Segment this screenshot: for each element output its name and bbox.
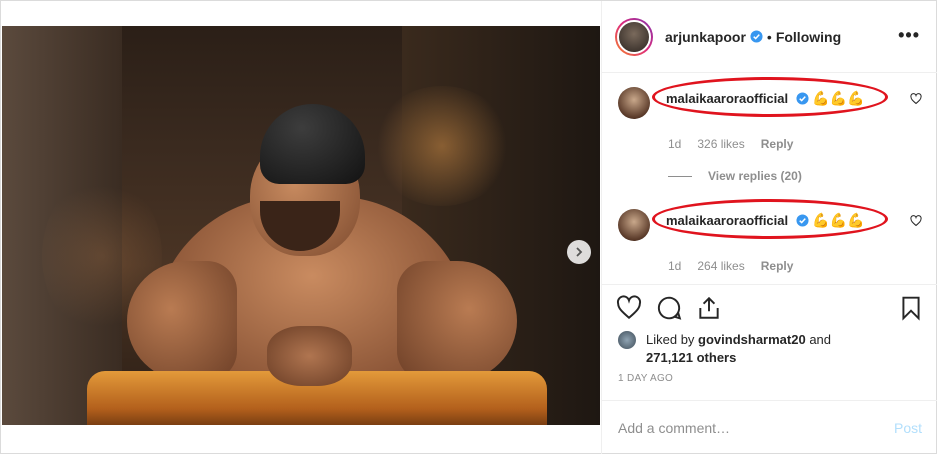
liked-by-mid: and (805, 332, 832, 347)
share-icon[interactable] (696, 295, 722, 321)
separator-dot: • (766, 28, 772, 45)
comment-body: malaikaaroraofficial 💪💪💪 (666, 211, 906, 230)
view-replies-button[interactable]: View replies (20) (668, 169, 802, 183)
comment-likes-link[interactable]: 264 likes (697, 259, 744, 273)
liked-by-prefix: Liked by (646, 332, 699, 347)
carousel-next-button[interactable] (567, 240, 591, 264)
liked-by-text: Liked by govindsharmat20 and 271,121 oth… (646, 331, 831, 367)
comment-reply-button[interactable]: Reply (761, 259, 794, 273)
verified-badge-icon (750, 30, 763, 43)
liked-by-user-link[interactable]: govindsharmat20 (698, 332, 806, 347)
verified-badge-icon (796, 214, 809, 227)
instagram-post-frame: arjunkapoor • Following ••• malaikaarora… (0, 0, 937, 454)
photo-subject-arm (397, 261, 517, 381)
chevron-right-icon (576, 247, 583, 257)
comment-username[interactable]: malaikaaroraofficial (666, 91, 788, 106)
comment-item: malaikaaroraofficial 💪💪💪 1d 326 likes Re… (618, 77, 928, 157)
bookmark-icon[interactable] (898, 295, 924, 321)
comment-age: 1d (668, 137, 682, 151)
comment-icon[interactable] (656, 295, 682, 321)
view-replies-label: View replies (20) (708, 169, 802, 183)
verified-badge-icon (796, 92, 809, 105)
comment-text: 💪💪💪 (812, 212, 865, 228)
add-comment-bar: Post (602, 400, 937, 454)
photo-subject-cap (260, 104, 365, 184)
comment-like-heart-icon[interactable] (910, 215, 922, 227)
photo-light (372, 86, 512, 206)
photo-subject-hands (267, 326, 352, 386)
comment-age: 1d (668, 259, 682, 273)
comment-body: malaikaaroraofficial 💪💪💪 (666, 89, 906, 108)
post-photo[interactable] (2, 26, 600, 425)
post-actions-bar (602, 284, 937, 334)
author-avatar-ring[interactable] (615, 17, 653, 56)
comment-item: malaikaaroraofficial 💪💪💪 1d 264 likes Re… (618, 199, 928, 279)
comment-input[interactable] (618, 420, 894, 436)
comment-likes-link[interactable]: 326 likes (697, 137, 744, 151)
comment-reply-button[interactable]: Reply (761, 137, 794, 151)
comment-meta: 1d 264 likes Reply (668, 259, 793, 273)
replies-divider (668, 175, 692, 177)
post-side-panel: arjunkapoor • Following ••• malaikaarora… (601, 1, 937, 454)
comment-text: 💪💪💪 (812, 90, 865, 106)
comment-meta: 1d 326 likes Reply (668, 137, 793, 151)
post-header: arjunkapoor • Following ••• (602, 1, 937, 73)
comment-username[interactable]: malaikaaroraofficial (666, 213, 788, 228)
photo-subject-arm (127, 261, 237, 381)
post-timestamp[interactable]: 1 DAY AGO (618, 373, 673, 384)
heart-icon[interactable] (616, 295, 642, 321)
comment-like-heart-icon[interactable] (910, 93, 922, 105)
post-comment-button[interactable]: Post (894, 420, 922, 436)
avatar (617, 19, 651, 54)
avatar (618, 331, 636, 349)
follow-status-button[interactable]: Following (776, 29, 841, 45)
liked-by-others-link[interactable]: 271,121 others (646, 350, 736, 365)
comment-avatar[interactable] (618, 87, 650, 119)
author-username[interactable]: arjunkapoor (665, 29, 746, 45)
comment-avatar[interactable] (618, 209, 650, 241)
more-options-button[interactable]: ••• (898, 25, 920, 46)
